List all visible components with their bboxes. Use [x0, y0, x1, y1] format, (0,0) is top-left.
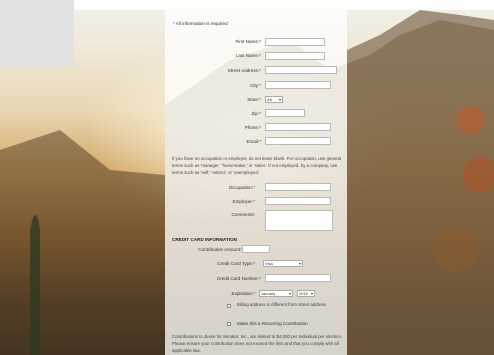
card-type-label: Credit Card Type:* — [217, 261, 255, 266]
chevron-down-icon: ▾ — [278, 97, 281, 102]
comments-textarea[interactable] — [265, 210, 333, 231]
card-number-input[interactable] — [265, 274, 331, 282]
form-panel: * All information is required First Name… — [165, 10, 347, 355]
exp-month-value: January — [261, 291, 276, 296]
expiration-label: Expiration:* — [231, 291, 256, 296]
last-name-label: Last Name:* — [235, 53, 261, 58]
employer-input[interactable] — [265, 197, 331, 205]
last-name-input[interactable] — [265, 52, 325, 60]
state-select[interactable]: AK ▾ — [265, 96, 283, 103]
street-input[interactable] — [265, 66, 337, 74]
cactus-icon — [30, 215, 40, 355]
occupation-input[interactable] — [265, 183, 331, 191]
phone-input[interactable] — [265, 123, 331, 131]
billing-checkbox[interactable] — [227, 304, 231, 308]
top-strip — [0, 0, 494, 10]
footer-note: Contributions to Jesse for Senator, Inc.… — [172, 334, 343, 353]
phone-label: Phone:* — [244, 125, 261, 130]
first-name-input[interactable] — [265, 38, 325, 46]
card-number-label: Credit Card Number:* — [216, 276, 261, 281]
city-input[interactable] — [265, 81, 331, 89]
recurring-checkbox[interactable] — [227, 322, 231, 326]
card-type-value: Visa — [265, 261, 273, 266]
zip-input[interactable] — [265, 109, 305, 117]
chevron-down-icon: ▾ — [288, 291, 291, 296]
street-label: Street Address:* — [227, 68, 261, 73]
recurring-checkbox-label: Make this a Recurring Contribution — [237, 321, 308, 326]
exp-year-select[interactable]: 2016 ▾ — [297, 290, 315, 297]
chevron-down-icon: ▾ — [298, 261, 301, 266]
email-input[interactable] — [265, 137, 331, 145]
corner-block — [0, 0, 74, 66]
comments-label: Comments: — [231, 212, 256, 217]
city-label: City:* — [250, 83, 261, 88]
cc-heading: CREDIT CARD INFORMATION — [172, 237, 237, 242]
billing-checkbox-label: Billing address is different from street… — [237, 302, 326, 307]
state-label: State:* — [247, 97, 261, 102]
occupation-label: Occupation:* — [228, 185, 255, 190]
occupation-note: If you have no occupation or employer, d… — [172, 156, 342, 175]
amount-input[interactable] — [242, 245, 270, 253]
email-label: Email:* — [246, 139, 261, 144]
exp-month-select[interactable]: January ▾ — [259, 290, 293, 297]
exp-year-value: 2016 — [299, 291, 308, 296]
card-type-select[interactable]: Visa ▾ — [263, 260, 303, 267]
zip-label: Zip:* — [251, 111, 261, 116]
amount-label: Contribution Amount:* — [198, 247, 243, 252]
state-value: AK — [267, 97, 273, 102]
employer-label: Employer:* — [232, 199, 255, 204]
required-note: * All information is required — [173, 21, 228, 26]
chevron-down-icon: ▾ — [310, 291, 313, 296]
first-name-label: First Name:* — [235, 39, 261, 44]
